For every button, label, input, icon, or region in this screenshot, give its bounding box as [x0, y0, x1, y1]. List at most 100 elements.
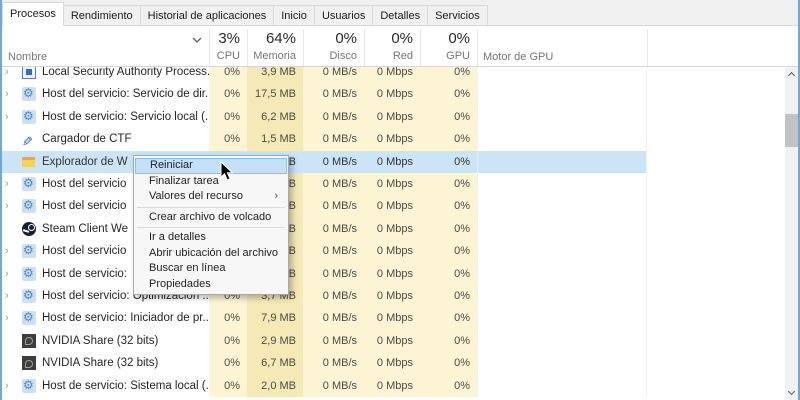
table-row[interactable]: ›Host del servicioMB0 MB/s0 Mbps0%: [0, 173, 785, 195]
expand-chevron-icon[interactable]: ›: [5, 173, 17, 195]
network-cell: 0 Mbps: [364, 151, 420, 173]
menu-item-abrir-ubicaci-n-del-archivo[interactable]: Abrir ubicación del archivo: [135, 246, 287, 262]
memory-cell: 3,9 MB: [247, 67, 303, 83]
header-percent: 0%: [420, 30, 470, 47]
disk-cell: 0 MB/s: [303, 352, 364, 374]
services-gear-icon: [22, 87, 36, 101]
memory-cell: 6,7 MB: [247, 352, 303, 374]
gpu-engine-cell: [477, 151, 647, 173]
column-header-nombre[interactable]: Nombre: [8, 51, 47, 63]
cpu-cell: 0%: [209, 330, 247, 352]
network-cell: 0 Mbps: [364, 240, 420, 262]
column-header-red[interactable]: 0%Red: [364, 26, 420, 66]
expand-chevron-icon[interactable]: ›: [5, 83, 17, 105]
nvidia-icon: [22, 334, 36, 348]
disk-cell: 0 MB/s: [303, 83, 364, 105]
table-row[interactable]: ›Host del servicio: Optimización ...0%3,…: [0, 285, 785, 307]
column-header-memoria[interactable]: 64%Memoria: [247, 26, 303, 66]
table-row[interactable]: ›Host del servicioMB0 MB/s0 Mbps0%: [0, 240, 785, 262]
expand-chevron-icon[interactable]: ›: [5, 375, 17, 397]
table-row[interactable]: › Host del servicio: Servicio de dir... 0%…: [0, 83, 785, 105]
network-cell: 0 Mbps: [364, 375, 420, 397]
disk-cell: 0 MB/s: [303, 151, 364, 173]
menu-item-buscar-en-l-nea[interactable]: Buscar en línea: [135, 261, 287, 277]
menu-item-crear-archivo-de-volcado[interactable]: Crear archivo de volcado: [135, 210, 287, 226]
memory-cell: 1,5 MB: [247, 128, 303, 150]
gpu-engine-cell: [477, 352, 647, 374]
expand-chevron-icon[interactable]: ›: [5, 195, 17, 217]
menu-item-propiedades[interactable]: Propiedades: [135, 277, 287, 293]
gpu-cell: 0%: [420, 83, 477, 105]
tab-usuarios[interactable]: Usuarios: [315, 5, 373, 26]
scroll-down-icon[interactable]: [785, 385, 798, 400]
gpu-engine-cell: [477, 195, 647, 217]
network-cell: 0 Mbps: [364, 106, 420, 128]
table-row[interactable]: ›Host de servicio: Servicio local (...0%…: [0, 106, 785, 128]
process-list: ›Local Security Authority Process...0%3,…: [0, 67, 785, 400]
scroll-up-icon[interactable]: [785, 67, 798, 82]
cpu-cell: 0%: [209, 128, 247, 150]
process-name: Host del servicio: Servicio de dir...: [42, 83, 209, 105]
tab-rendimiento[interactable]: Rendimiento: [64, 5, 141, 26]
menu-item-ir-a-detalles[interactable]: Ir a detalles: [135, 230, 287, 246]
table-row[interactable]: NVIDIA Share (32 bits)0%6,7 MB0 MB/s0 Mb…: [0, 352, 785, 374]
table-row[interactable]: Steam Client WeMB0 MB/s0 Mbps0%: [0, 218, 785, 240]
menu-separator: [137, 207, 285, 208]
menu-item-valores-del-recurso[interactable]: Valores del recurso›: [135, 189, 287, 205]
chevron-down-icon[interactable]: [191, 32, 205, 44]
network-cell: 0 Mbps: [364, 218, 420, 240]
process-name: Cargador de CTF: [42, 128, 131, 150]
gpu-engine-cell: [477, 263, 647, 285]
gpu-cell: 0%: [420, 151, 477, 173]
network-cell: 0 Mbps: [364, 352, 420, 374]
memory-cell: 2,9 MB: [247, 330, 303, 352]
column-header-disco[interactable]: 0%Disco: [303, 26, 364, 66]
tab-servicios[interactable]: Servicios: [428, 5, 488, 26]
process-name: Host de servicio:: [42, 263, 127, 285]
services-gear-icon: [22, 289, 36, 303]
network-cell: 0 Mbps: [364, 67, 420, 83]
services-gear-icon: [22, 267, 36, 281]
column-header-gpu[interactable]: 0%GPU: [420, 26, 477, 66]
process-name-cell: ›Host de servicio: Iniciador de pr...: [0, 307, 209, 329]
table-row[interactable]: Explorador de WMB0 MB/s0 Mbps0%: [0, 151, 785, 173]
menu-item-reiniciar[interactable]: Reiniciar: [135, 158, 287, 174]
gpu-cell: 0%: [420, 218, 477, 240]
tab-bar: ProcesosRendimientoHistorial de aplicaci…: [0, 0, 800, 26]
gpu-engine-cell: [477, 128, 647, 150]
scrollbar-thumb[interactable]: [785, 114, 798, 147]
table-row[interactable]: ›Host de servicio: Iniciador de pr...0%7…: [0, 307, 785, 329]
gpu-cell: 0%: [420, 128, 477, 150]
expand-chevron-icon[interactable]: ›: [5, 307, 17, 329]
table-row[interactable]: ›Host del servicioMB0 MB/s0 Mbps0%: [0, 195, 785, 217]
menu-item-finalizar-tarea[interactable]: Finalizar tarea: [135, 174, 287, 190]
table-row[interactable]: NVIDIA Share (32 bits)0%2,9 MB0 MB/s0 Mb…: [0, 330, 785, 352]
services-gear-icon: [22, 311, 36, 325]
tab-historial-de-aplicaciones[interactable]: Historial de aplicaciones: [141, 5, 275, 26]
network-cell: 0 Mbps: [364, 173, 420, 195]
table-row[interactable]: Cargador de CTF0%1,5 MB0 MB/s0 Mbps0%: [0, 128, 785, 150]
memory-cell: 7,9 MB: [247, 307, 303, 329]
cpu-cell: 0%: [209, 67, 247, 83]
process-name-cell: NVIDIA Share (32 bits): [0, 330, 209, 352]
expand-chevron-icon[interactable]: ›: [5, 106, 17, 128]
gpu-engine-cell: [477, 173, 647, 195]
table-row[interactable]: ›Host de servicio:MB0 MB/s0 Mbps0%: [0, 263, 785, 285]
services-gear-icon: [22, 110, 36, 124]
disk-cell: 0 MB/s: [303, 285, 364, 307]
table-row[interactable]: ›Host de servicio: Sistema local (...0%2…: [0, 375, 785, 397]
tab-procesos[interactable]: Procesos: [2, 2, 64, 26]
gpu-cell: 0%: [420, 330, 477, 352]
vertical-scrollbar[interactable]: [785, 67, 798, 400]
network-cell: 0 Mbps: [364, 128, 420, 150]
expand-chevron-icon[interactable]: ›: [5, 67, 17, 83]
column-header-motor-gpu[interactable]: Motor de GPU: [483, 51, 553, 63]
column-header-cpu[interactable]: 3%CPU: [209, 26, 247, 66]
expand-chevron-icon[interactable]: ›: [5, 285, 17, 307]
tab-detalles[interactable]: Detalles: [373, 5, 428, 26]
expand-chevron-icon[interactable]: ›: [5, 263, 17, 285]
table-row[interactable]: ›Local Security Authority Process...0%3,…: [0, 67, 785, 83]
tab-inicio[interactable]: Inicio: [274, 5, 315, 26]
expand-chevron-icon[interactable]: ›: [5, 240, 17, 262]
header-percent: 0%: [303, 30, 357, 47]
